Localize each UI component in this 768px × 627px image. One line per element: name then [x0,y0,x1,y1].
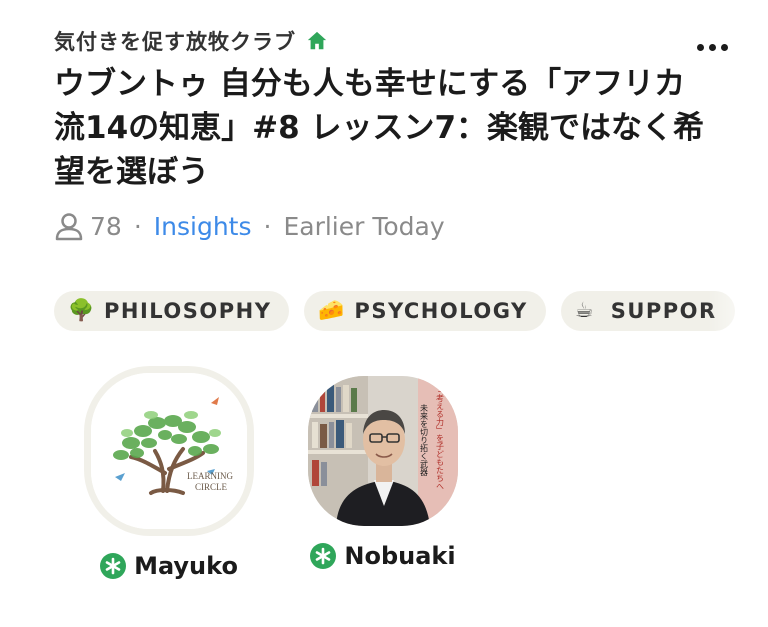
avatar: LEARNING CIRCLE [91,373,247,529]
speaker-name-row: Mayuko [84,552,254,580]
tag-label: PSYCHOLOGY [354,299,528,323]
more-dot-icon [721,44,728,51]
moderator-badge-icon [310,543,337,569]
insights-link[interactable]: Insights [154,212,252,241]
logo-text: LEARNING [187,471,233,481]
time-label: Earlier Today [283,211,445,241]
book-cover-text: 未来を切り拓く武器 [420,403,429,477]
room-title: ウブントゥ 自分も人も幸せにする「アフリカ流14の知恵」#8 レッスン7：楽観で… [54,66,705,190]
cheese-icon: 🧀 [318,298,347,322]
speaker-mayuko[interactable]: LEARNING CIRCLE Mayuko [84,366,254,580]
tree-icon: 🌳 [68,298,96,322]
separator-dot: · [133,211,142,241]
person-icon [55,213,83,241]
avatar[interactable]: 未来を切り拓く武器 「考える力」を子どもたちへ [308,376,458,526]
more-options-button[interactable] [697,44,728,51]
topic-tags: 🌳 PHILOSOPHY 🧀 PSYCHOLOGY ☕ SUPPOR [54,291,735,331]
home-icon [307,31,327,50]
tag-psychology[interactable]: 🧀 PSYCHOLOGY [304,291,546,331]
tag-label: PHILOSOPHY [104,299,272,323]
speaker-nobuaki[interactable]: 未来を切り拓く武器 「考える力」を子どもたちへ Nobuaki [298,366,468,570]
speaker-name: Mayuko [134,552,238,580]
logo-text: CIRCLE [195,482,228,492]
profile-photo: 未来を切り拓く武器 「考える力」を子どもたちへ [308,376,458,526]
speaker-name: Nobuaki [344,542,456,570]
coffee-icon: ☕ [574,298,596,322]
learning-circle-logo: LEARNING CIRCLE [91,373,247,529]
room-meta: 78 · Insights · Earlier Today [54,211,445,241]
tags-fade-overlay [708,285,768,337]
speaker-name-row: Nobuaki [298,542,468,570]
listener-count: 78 [90,211,122,241]
book-cover-text: 「考える力」を子どもたちへ [436,386,445,490]
club-header[interactable]: 気付きを促す放牧クラブ [54,26,328,56]
more-dot-icon [697,44,704,51]
separator-dot: · [263,211,272,241]
avatar-frame[interactable]: LEARNING CIRCLE [84,366,254,536]
club-name[interactable]: 気付きを促す放牧クラブ [54,26,296,56]
more-dot-icon [709,44,716,51]
moderator-badge-icon [100,553,127,579]
tag-label: SUPPOR [610,299,717,323]
tag-philosophy[interactable]: 🌳 PHILOSOPHY [54,291,290,331]
